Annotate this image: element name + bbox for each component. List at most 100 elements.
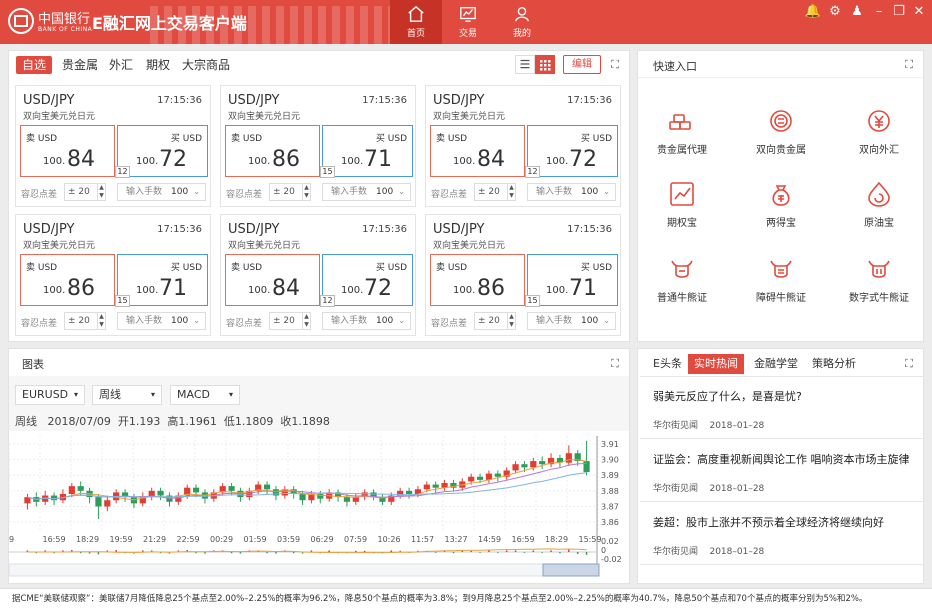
tab-favorites[interactable]: 自选 [16,56,53,74]
tolerance-stepper[interactable]: ± 20 ▲ ▼ [64,183,106,201]
sell-button[interactable]: 卖 USD 100. 84 [20,125,115,177]
sell-button[interactable]: 卖 USD 100. 86 [20,254,115,306]
news-item-title[interactable]: 姜超：股市上涨并不预示着全球经济将继续向好 [653,514,884,530]
sell-button[interactable]: 卖 USD 100. 86 [430,254,525,306]
buy-price-prefix: 100. [341,156,364,167]
list-view-button[interactable] [515,55,535,74]
quick-entry-item[interactable]: 贵金属代理 [637,107,727,167]
tolerance-stepper[interactable]: ± 20 ▲ ▼ [64,312,106,330]
stepper-arrows-icon[interactable]: ▲ ▼ [302,313,310,329]
bell-icon[interactable]: 🔔 [804,4,822,19]
expand-icon[interactable]: ⛶ [903,59,915,71]
buy-label: 买 USD [375,134,407,144]
period-select[interactable]: 周线 ▾ [92,385,162,405]
lot-input[interactable]: 输入手数 100 ⌄ [117,312,206,330]
tolerance-value: ± 20 [478,316,500,326]
quote-card[interactable]: USD/JPY 17:15:36 双向宝美元兑日元 卖 USD 100. 86 … [15,214,211,336]
expand-icon[interactable]: ⛶ [609,358,621,370]
news-tab-school[interactable]: 金融学堂 [748,354,804,374]
symbol-select[interactable]: EURUSD ▾ [15,385,85,405]
stepper-arrows-icon[interactable]: ▲ ▼ [97,184,105,200]
tab-precious-metals[interactable]: 贵金属 [56,56,104,74]
lot-input[interactable]: 输入手数 100 ⌄ [527,312,616,330]
candle-body [423,484,430,490]
sell-button[interactable]: 卖 USD 100. 84 [225,254,320,306]
tab-forex[interactable]: 外汇 [103,56,139,74]
lot-input[interactable]: 输入手数 100 ⌄ [322,312,411,330]
sell-button[interactable]: 卖 USD 100. 86 [225,125,320,177]
account-icon[interactable]: ♟ [848,4,866,19]
lot-input[interactable]: 输入手数 100 ⌄ [527,183,616,201]
lot-input[interactable]: 输入手数 100 ⌄ [117,183,206,201]
buy-price-pips: 72 [364,276,392,301]
news-item-title[interactable]: 证监会：高度重视新闻舆论工作 唱响资本市场主旋律 [653,451,910,467]
lot-input[interactable]: 输入手数 100 ⌄ [322,183,411,201]
grid-view-button[interactable] [535,55,555,74]
buy-button[interactable]: 买 USD 100. 72 [117,125,208,177]
quote-card[interactable]: USD/JPY 17:15:36 双向宝美元兑日元 卖 USD 100. 84 … [425,85,621,207]
minimize-icon[interactable]: – [870,4,888,19]
sell-button[interactable]: 卖 USD 100. 84 [430,125,525,177]
stepper-arrows-icon[interactable]: ▲ ▼ [97,313,105,329]
quick-entry-item[interactable]: 数字式牛熊证 [834,255,924,315]
quick-entry-label: 期权宝 [667,218,697,229]
nav-tab-trade[interactable]: 交易 [442,0,494,44]
product-description: 双向宝美元兑日元 [228,241,301,251]
candlestick-chart[interactable]: 3.91 3.90 3.89 3.88 3.87 3.86 9 16:59 18:29 19:59… [9,432,629,582]
quote-card[interactable]: USD/JPY 17:15:36 双向宝美元兑日元 卖 USD 100. 86 … [220,85,416,207]
nav-tab-mine[interactable]: 我的 [496,0,548,44]
news-item-title[interactable]: 弱美元反应了什么，是喜是忧? [653,388,802,404]
buy-button[interactable]: 买 USD 100. 72 [322,254,413,306]
lot-value: 100 [171,187,189,197]
tab-options[interactable]: 期权 [140,56,176,74]
close-icon[interactable]: ✕ [910,4,928,19]
tolerance-stepper[interactable]: ± 20 ▲ ▼ [269,183,311,201]
tolerance-stepper[interactable]: ± 20 ▲ ▼ [269,312,311,330]
quote-time: 17:15:36 [157,95,202,106]
quick-entry-item[interactable]: 期权宝 [637,180,727,240]
oil-refresh-icon [868,181,890,207]
quick-entry-item[interactable]: 双向贵金属 [736,107,826,167]
top-bar: 中国银行 BANK OF CHINA E融汇网上交易客户端 首页 交易 我的 🔔… [0,0,932,44]
news-tab-headlines[interactable]: E头条 [647,354,688,374]
indicator-select[interactable]: MACD ▾ [170,385,240,405]
restore-icon[interactable]: ❐ [890,4,908,19]
tolerance-stepper[interactable]: ± 20 ▲ ▼ [474,183,516,201]
news-tab-hot[interactable]: 实时热闻 [688,354,744,374]
quick-entry-item[interactable]: 双向外汇 [834,107,924,167]
nav-tab-home[interactable]: 首页 [390,0,442,44]
expand-icon[interactable]: ⛶ [903,358,915,370]
quote-card[interactable]: USD/JPY 17:15:36 双向宝美元兑日元 卖 USD 100. 84 … [220,214,416,336]
quote-card[interactable]: USD/JPY 17:15:36 双向宝美元兑日元 卖 USD 100. 84 … [15,85,211,207]
quick-entry-item[interactable]: 两得宝 [736,180,826,240]
buy-button[interactable]: 买 USD 100. 71 [527,254,618,306]
sell-price-pips: 84 [477,147,505,172]
tolerance-label: 容忍点差 [226,190,263,200]
x-tick-label: 19:59 [110,535,133,544]
gear-icon[interactable]: ⚙ [826,4,844,19]
buy-button[interactable]: 买 USD 100. 71 [117,254,208,306]
news-ticker[interactable]: 据CME“美联储观察”：美联储7月降低降息25个基点至2.00%–2.25%的概… [0,588,932,610]
quick-entry-item[interactable]: 原油宝 [834,180,924,240]
stepper-arrows-icon[interactable]: ▲ ▼ [507,184,515,200]
stepper-arrows-icon[interactable]: ▲ ▼ [302,184,310,200]
sell-label: 卖 USD [26,263,58,273]
buy-price-prefix: 100. [136,285,159,296]
candle-body [95,497,102,507]
buy-button[interactable]: 买 USD 100. 71 [322,125,413,177]
news-source: 华尔街见闻 [653,484,699,494]
tab-commodities[interactable]: 大宗商品 [176,56,236,74]
expand-icon[interactable]: ⛶ [609,59,621,71]
quote-card[interactable]: USD/JPY 17:15:36 双向宝美元兑日元 卖 USD 100. 86 … [425,214,621,336]
buy-button[interactable]: 买 USD 100. 72 [527,125,618,177]
bank-logo-icon [8,8,34,34]
y-tick-label: 3.86 [601,518,619,527]
stepper-arrows-icon[interactable]: ▲ ▼ [507,313,515,329]
edit-button[interactable]: 编辑 [563,55,601,74]
sell-label: 卖 USD [231,134,263,144]
quick-entry-item[interactable]: 障碍牛熊证 [736,255,826,315]
candle-body [68,486,75,494]
quick-entry-item[interactable]: 普通牛熊证 [637,255,727,315]
news-tab-strategy[interactable]: 策略分析 [806,354,862,374]
tolerance-stepper[interactable]: ± 20 ▲ ▼ [474,312,516,330]
